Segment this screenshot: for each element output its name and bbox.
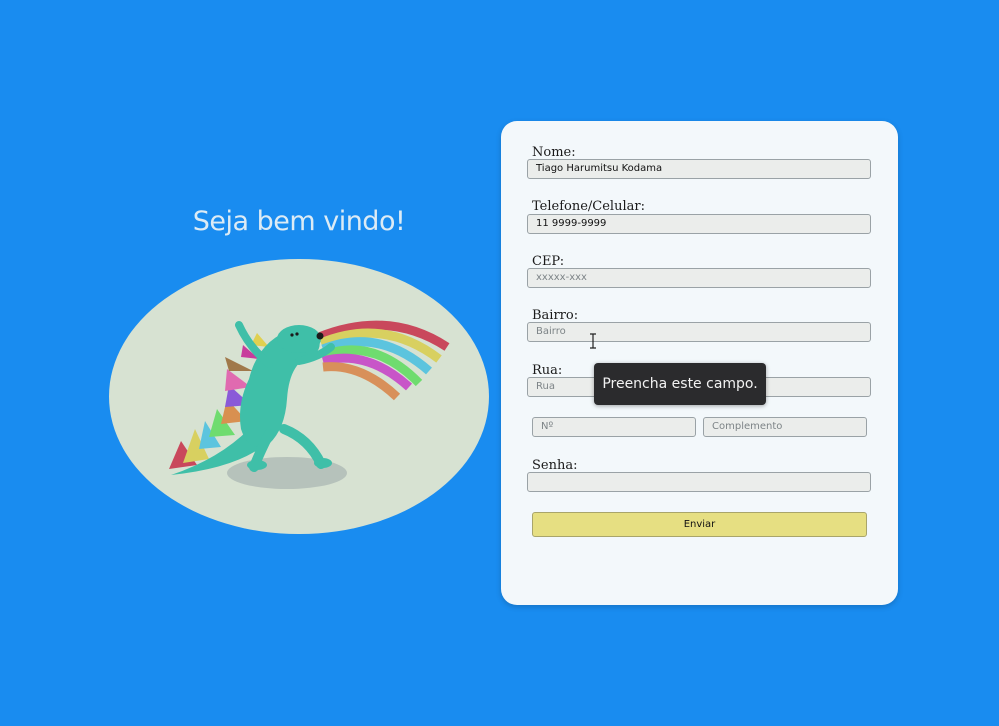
complemento-input[interactable]: Complemento bbox=[703, 417, 867, 437]
submit-button[interactable]: Enviar bbox=[532, 512, 867, 537]
rainbow-dinosaur-icon bbox=[169, 320, 450, 489]
rua-label: Rua: bbox=[532, 363, 563, 378]
cep-input[interactable]: xxxxx-xxx bbox=[527, 268, 871, 288]
numero-input[interactable]: Nº bbox=[532, 417, 696, 437]
text-cursor-icon bbox=[589, 333, 597, 349]
telefone-label: Telefone/Celular: bbox=[532, 199, 645, 214]
nome-input[interactable]: Tiago Harumitsu Kodama bbox=[527, 159, 871, 179]
nome-label: Nome: bbox=[532, 145, 576, 160]
validation-tooltip: Preencha este campo. bbox=[594, 363, 766, 405]
page: Seja bem vindo! Nome: Tiago Harumitsu Ko… bbox=[0, 0, 999, 726]
welcome-heading: Seja bem vindo! bbox=[192, 206, 406, 237]
cep-label: CEP: bbox=[532, 254, 565, 269]
bairro-label: Bairro: bbox=[532, 308, 579, 323]
telefone-input[interactable]: 11 9999-9999 bbox=[527, 214, 871, 234]
senha-label: Senha: bbox=[532, 458, 578, 473]
senha-input[interactable] bbox=[527, 472, 871, 492]
hero-illustration bbox=[109, 259, 489, 534]
bairro-input[interactable]: Bairro bbox=[527, 322, 871, 342]
